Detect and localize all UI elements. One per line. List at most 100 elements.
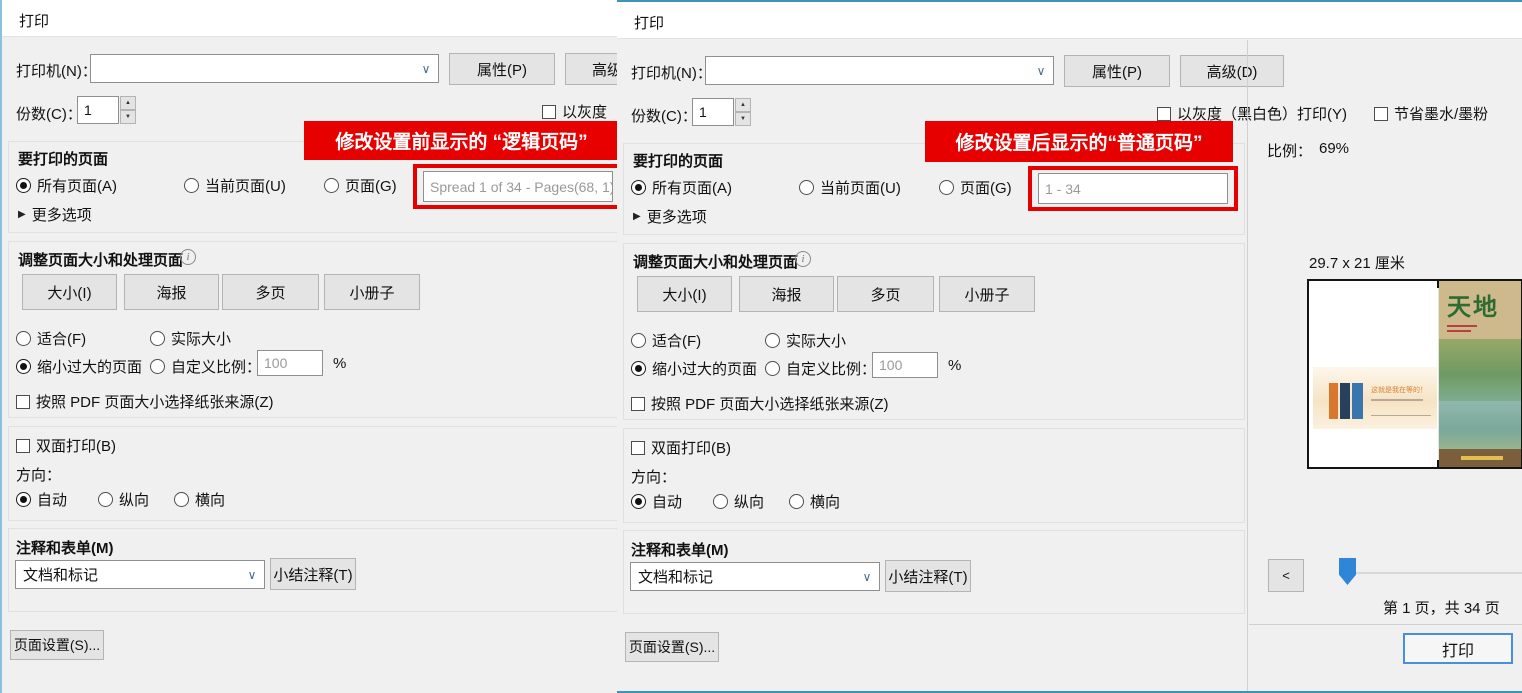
radio-shrink-oversized[interactable]: 缩小过大的页面 (16, 356, 142, 377)
radio-auto-orientation[interactable]: 自动 (631, 491, 682, 512)
expand-arrow-icon: ▶ (633, 211, 641, 222)
paper-source-checkbox[interactable]: 按照 PDF 页面大小选择纸张来源(Z) (631, 393, 889, 414)
more-options-toggle[interactable]: ▶ 更多选项 (633, 206, 707, 227)
radio-landscape[interactable]: 横向 (789, 491, 840, 512)
save-toner-checkbox[interactable]: 节省墨水/墨粉 (1374, 103, 1488, 124)
radio-selected-icon (631, 180, 646, 195)
poster-label: 海报 (156, 282, 186, 303)
radio-current-page[interactable]: 当前页面(U) (799, 177, 901, 198)
info-icon[interactable]: i (180, 249, 196, 265)
radio-label: 横向 (810, 491, 840, 512)
radio-fit[interactable]: 适合(F) (16, 328, 86, 349)
page-slider-thumb[interactable] (1339, 558, 1356, 585)
copies-input[interactable]: 1 (692, 98, 734, 126)
radio-shrink-oversized[interactable]: 缩小过大的页面 (631, 358, 757, 379)
summarize-label: 小结注释(T) (273, 564, 352, 585)
duplex-checkbox[interactable]: 双面打印(B) (631, 437, 731, 458)
more-options-toggle[interactable]: ▶ 更多选项 (18, 204, 92, 225)
size-button[interactable]: 大小(I) (22, 274, 117, 310)
copies-input[interactable]: 1 (77, 96, 119, 124)
summarize-comments-button[interactable]: 小结注释(T) (270, 558, 356, 590)
stepper-up-icon[interactable]: ▲ (735, 98, 751, 112)
properties-label: 属性(P) (477, 59, 527, 80)
comments-select[interactable]: 文档和标记 ∨ (15, 560, 265, 589)
book-spine (1352, 383, 1363, 419)
percent-label: % (948, 357, 961, 374)
page-setup-button[interactable]: 页面设置(S)... (10, 630, 104, 660)
stepper-down-icon[interactable]: ▼ (120, 110, 136, 124)
radio-current-page[interactable]: 当前页面(U) (184, 175, 286, 196)
advanced-label: 高级(D) (1207, 61, 1258, 82)
comments-select[interactable]: 文档和标记 ∨ (630, 562, 880, 591)
custom-scale-input[interactable]: 100 (257, 350, 323, 376)
summarize-comments-button[interactable]: 小结注释(T) (885, 560, 971, 592)
stepper-up-icon[interactable]: ▲ (120, 96, 136, 110)
summarize-label: 小结注释(T) (888, 566, 967, 587)
stepper-down-icon[interactable]: ▼ (735, 112, 751, 126)
duplex-checkbox[interactable]: 双面打印(B) (16, 435, 116, 456)
radio-icon (98, 492, 113, 507)
radio-custom-scale[interactable]: 自定义比例： (765, 358, 876, 379)
cover-red-text (1447, 330, 1471, 332)
radio-label: 实际大小 (786, 330, 846, 351)
advanced-button[interactable]: 高级( (565, 53, 617, 85)
poster-button[interactable]: 海报 (124, 274, 219, 310)
window-title: 打印 (19, 10, 49, 31)
booklet-button[interactable]: 小册子 (324, 274, 420, 310)
caption-line (1371, 415, 1431, 416)
radio-auto-orientation[interactable]: 自动 (16, 489, 67, 510)
radio-custom-scale[interactable]: 自定义比例： (150, 356, 261, 377)
grayscale-checkbox[interactable]: 以灰度（ (542, 101, 617, 122)
radio-label: 自定义比例： (786, 358, 876, 379)
checkbox-icon (16, 395, 30, 409)
page-preview-thumbnail: 这就是我在等的！ 天地 (1307, 279, 1522, 469)
booklet-button[interactable]: 小册子 (939, 276, 1035, 312)
save-toner-label: 节省墨水/墨粉 (1394, 103, 1488, 124)
radio-label: 缩小过大的页面 (37, 356, 142, 377)
radio-label: 自动 (652, 491, 682, 512)
radio-icon (174, 492, 189, 507)
multiple-button[interactable]: 多页 (837, 276, 934, 312)
print-button[interactable]: 打印 (1403, 633, 1513, 664)
chevron-down-icon: ∨ (242, 563, 262, 586)
orientation-label: 方向： (631, 466, 676, 487)
page-setup-button[interactable]: 页面设置(S)... (625, 632, 719, 662)
properties-button[interactable]: 属性(P) (1064, 55, 1170, 87)
advanced-button[interactable]: 高级(D) (1180, 55, 1284, 87)
radio-actual-size[interactable]: 实际大小 (765, 330, 846, 351)
radio-portrait[interactable]: 纵向 (713, 491, 764, 512)
page-slider-track[interactable] (1339, 572, 1522, 574)
printer-select[interactable]: ∨ (90, 54, 439, 83)
previous-page-button[interactable]: < (1268, 559, 1304, 592)
radio-label: 纵向 (119, 489, 149, 510)
multiple-button[interactable]: 多页 (222, 274, 319, 310)
radio-actual-size[interactable]: 实际大小 (150, 328, 231, 349)
custom-scale-input[interactable]: 100 (872, 352, 938, 378)
radio-all-pages[interactable]: 所有页面(A) (631, 177, 732, 198)
copies-stepper[interactable]: ▲ ▼ (735, 98, 751, 126)
radio-landscape[interactable]: 横向 (174, 489, 225, 510)
radio-all-pages[interactable]: 所有页面(A) (16, 175, 117, 196)
percent-label: % (333, 355, 346, 372)
window-title: 打印 (634, 12, 664, 33)
caption-line (1371, 399, 1423, 401)
copies-value: 1 (84, 102, 92, 118)
radio-portrait[interactable]: 纵向 (98, 489, 149, 510)
paper-source-checkbox[interactable]: 按照 PDF 页面大小选择纸张来源(Z) (16, 391, 274, 412)
grayscale-label: 以灰度（ (562, 101, 617, 122)
advanced-label: 高级( (592, 59, 617, 80)
footer-separator (1249, 624, 1522, 625)
properties-button[interactable]: 属性(P) (449, 53, 555, 85)
poster-button[interactable]: 海报 (739, 276, 834, 312)
radio-pages[interactable]: 页面(G) (324, 175, 397, 196)
size-button[interactable]: 大小(I) (637, 276, 732, 312)
sizing-title: 调整页面大小和处理页面 (633, 251, 798, 272)
chevron-down-icon: ∨ (416, 57, 436, 80)
printer-select[interactable]: ∨ (705, 56, 1054, 85)
annotation-highlight-box (1028, 166, 1238, 211)
info-icon[interactable]: i (795, 251, 811, 267)
copies-stepper[interactable]: ▲ ▼ (120, 96, 136, 124)
radio-fit[interactable]: 适合(F) (631, 330, 701, 351)
radio-pages[interactable]: 页面(G) (939, 177, 1012, 198)
scale-value: 69% (1319, 140, 1349, 157)
